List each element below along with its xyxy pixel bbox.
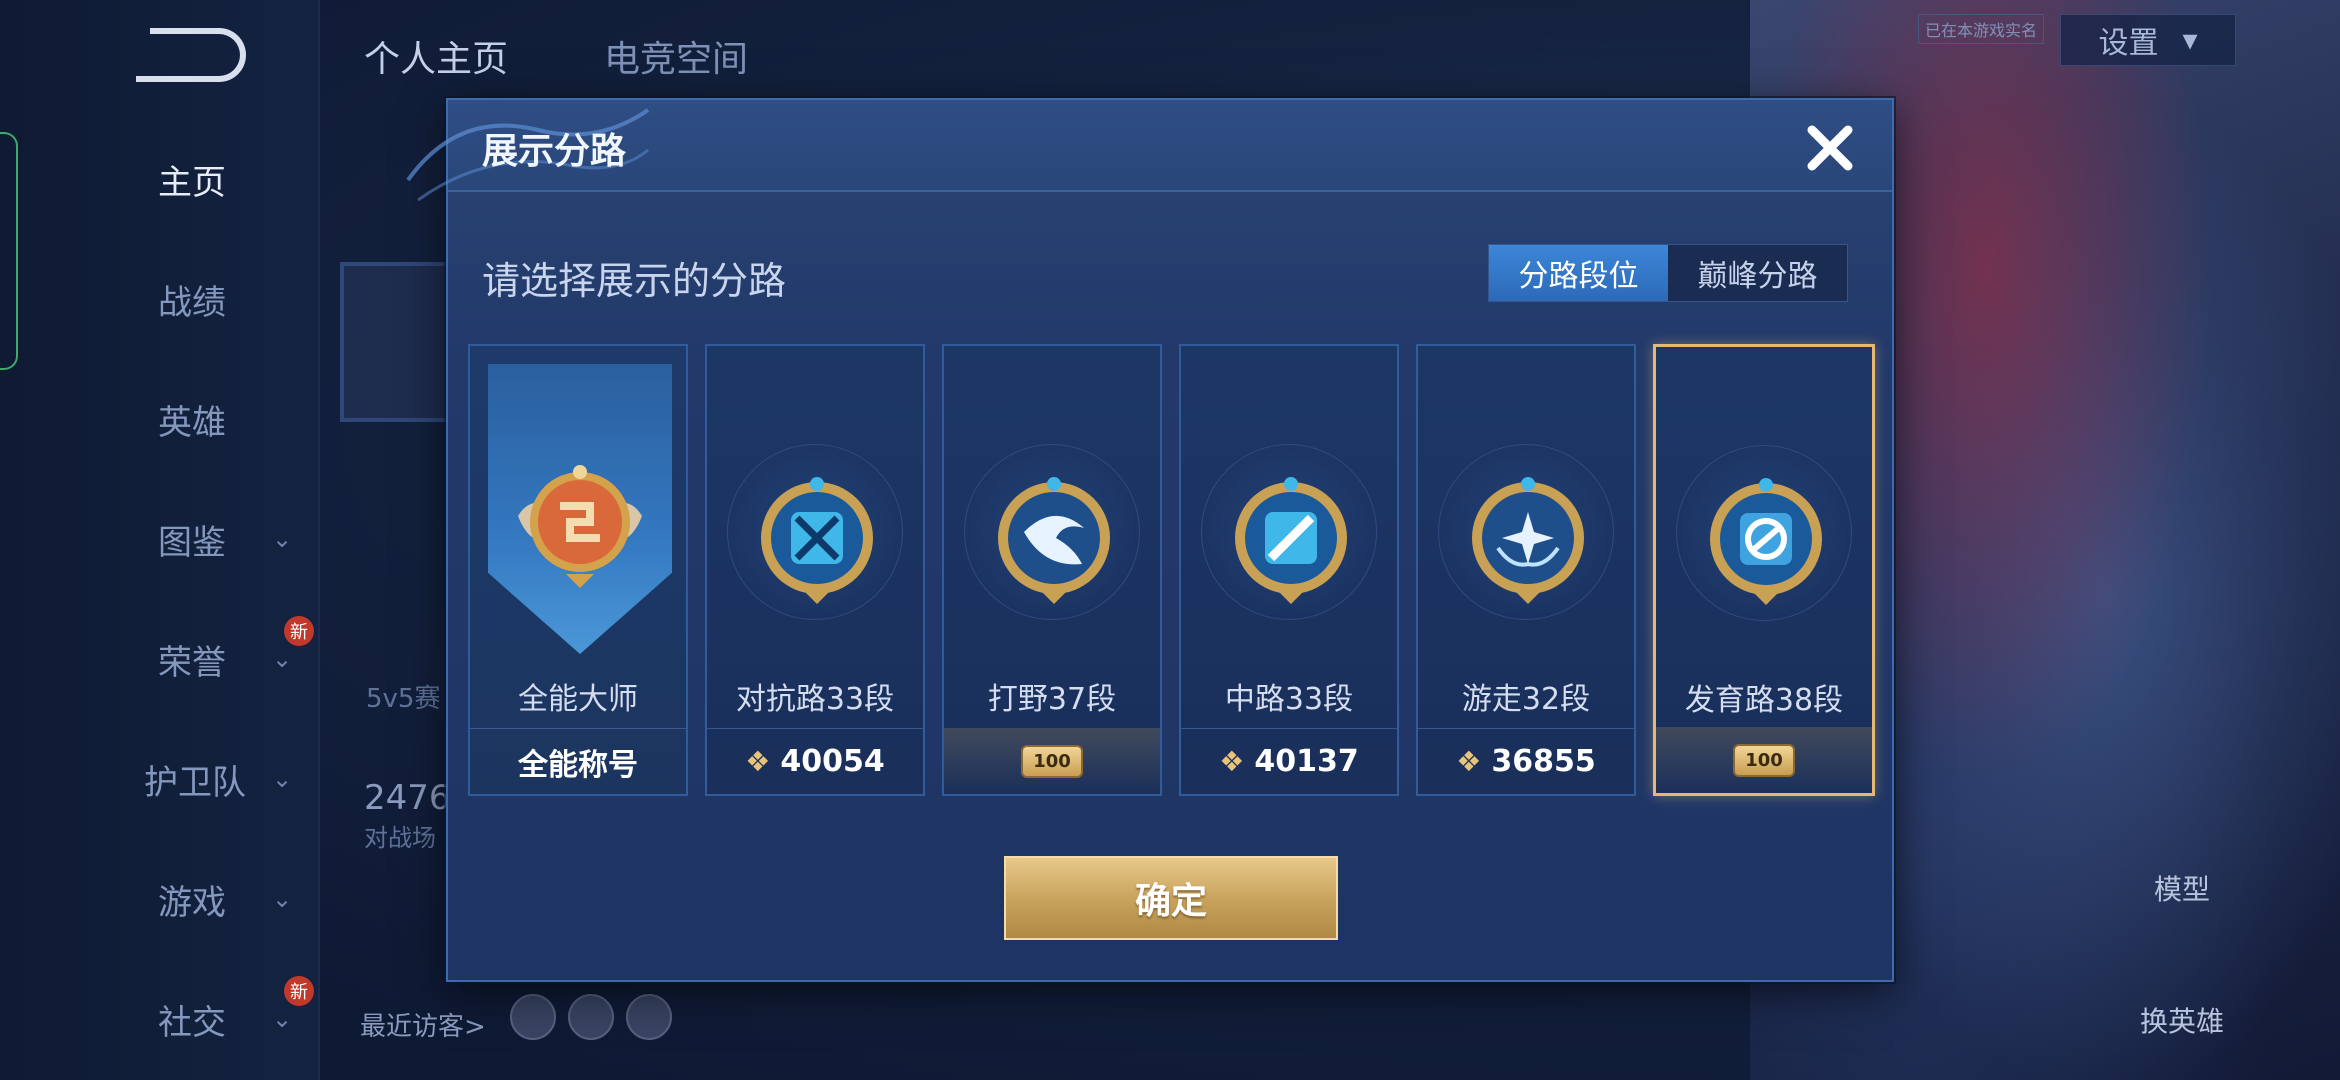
mid-lane-badge-icon [1235,477,1347,604]
verified-tag: 已在本游戏实名 [1918,14,2045,44]
confirm-button[interactable]: 确定 [1004,856,1338,940]
dialog-subtitle: 请选择展示的分路 [482,259,787,303]
mode-text: 5v5赛 [366,684,441,714]
lane-display-dialog: 展示分路 请选择展示的分路 分路段位 巅峰分路 全能大师 全能称号 对抗路33段… [406,98,1894,982]
clash-lane-badge-icon [761,477,873,604]
chevron-down-icon: ⌄ [272,1005,293,1033]
settings-label: 设置 [2098,26,2159,61]
rank-100-badge: 100 [1733,743,1795,777]
points-icon: ❖ [1219,745,1245,778]
sidebar-item-codex[interactable]: 图鉴 ⌄ [0,504,320,574]
lane-card-name: 打野37段 [987,682,1117,717]
sidebar-item-honor[interactable]: 荣誉 ⌄ 新 [0,616,320,694]
tab-profile[interactable]: 个人主页 [364,30,508,82]
settings-button[interactable]: 设置 ▾ [2060,14,2236,66]
sidebar-item-label: 护卫队 [144,762,246,803]
sidebar-item-heroes[interactable]: 英雄 [0,384,320,454]
new-badge: 新 [284,616,314,646]
sidebar-item-guard[interactable]: 护卫队 ⌄ [0,744,320,814]
lane-card-mid[interactable]: 中路33段 ❖ 40137 [1179,344,1399,796]
model-button[interactable]: 模型 [2154,868,2210,908]
lane-card-jungle[interactable]: 打野37段 100 [942,344,1162,796]
chevron-down-icon: ⌄ [272,885,293,913]
avatar[interactable] [340,262,450,422]
lane-points: 36855 [1491,744,1596,779]
lane-card-footer: ❖ 36855 [1418,728,1634,794]
lane-card-footer: ❖ 40054 [707,728,923,794]
sidebar-item-label: 图鉴 [158,522,226,563]
points-icon: ❖ [745,745,771,778]
dialog-header: 展示分路 [406,100,1892,202]
points-icon: ❖ [1456,745,1482,778]
sidebar-item-social[interactable]: 社交 ⌄ 新 [0,976,320,1054]
sidebar: 主页 战绩 英雄 图鉴 ⌄ 荣誉 ⌄ 新 护卫队 ⌄ 游戏 ⌄ 社交 ⌄ 新 [0,0,320,1080]
tab-esports[interactable]: 电竞空间 [604,30,748,82]
chevron-down-icon: ▾ [2182,22,2198,58]
lane-card-name: 全能大师 [518,682,638,717]
chevron-down-icon: ⌄ [272,525,293,553]
match-count: 2476 [364,778,451,818]
new-badge: 新 [284,976,314,1006]
lane-points: 40137 [1254,744,1359,779]
lane-card-farm[interactable]: 发育路38段 100 [1653,344,1875,796]
lane-card-name: 对抗路33段 [735,682,895,717]
lane-card-name: 发育路38段 [1684,683,1844,718]
chevron-down-icon: ⌄ [272,645,293,673]
sidebar-item-game[interactable]: 游戏 ⌄ [0,864,320,934]
close-button[interactable] [1800,118,1860,178]
lane-card-clash[interactable]: 对抗路33段 ❖ 40054 [705,344,925,796]
sidebar-item-label: 游戏 [158,882,226,923]
lane-card-name: 游走32段 [1461,682,1591,717]
sidebar-item-label: 社交 [158,1002,226,1043]
dialog-title: 展示分路 [482,131,627,172]
title-label: 全能称号 [518,747,638,783]
back-icon[interactable] [136,28,246,82]
lane-card-footer: 100 [944,728,1160,794]
sidebar-item-label: 荣誉 [158,642,226,683]
roam-badge-icon [1472,477,1584,604]
sidebar-item-label: 战绩 [158,282,226,323]
lane-type-toggle: 分路段位 巅峰分路 [1488,244,1848,302]
visitor-avatar[interactable] [626,994,672,1040]
visitor-avatar[interactable] [510,994,556,1040]
match-count-label: 对战场 [364,824,436,852]
lane-card-footer: 100 [1656,727,1872,793]
switch-hero-button[interactable]: 换英雄 [2140,1000,2224,1040]
sidebar-item-label: 英雄 [158,402,226,443]
lane-card-footer: ❖ 40137 [1181,728,1397,794]
sidebar-item-record[interactable]: 战绩 [0,264,320,334]
recent-visitors-link[interactable]: 最近访客> [360,1006,486,1043]
segment-lane-rank[interactable]: 分路段位 [1489,245,1668,301]
lane-card-footer: 全能称号 [470,728,686,794]
close-icon [1807,125,1853,171]
sidebar-item-home[interactable]: 主页 [0,144,320,214]
chevron-down-icon: ⌄ [272,765,293,793]
all-round-master-badge-icon [518,465,642,588]
visitor-avatar[interactable] [568,994,614,1040]
rank-100-badge: 100 [1021,744,1083,778]
lane-points: 40054 [780,744,885,779]
segment-peak-lane[interactable]: 巅峰分路 [1668,245,1847,301]
lane-card-all-round[interactable]: 全能大师 全能称号 [468,344,688,796]
jungle-badge-icon [998,477,1110,604]
farm-lane-badge-icon [1710,478,1822,605]
lane-card-roam[interactable]: 游走32段 ❖ 36855 [1416,344,1636,796]
sidebar-item-label: 主页 [158,162,226,203]
lane-card-name: 中路33段 [1224,682,1354,717]
